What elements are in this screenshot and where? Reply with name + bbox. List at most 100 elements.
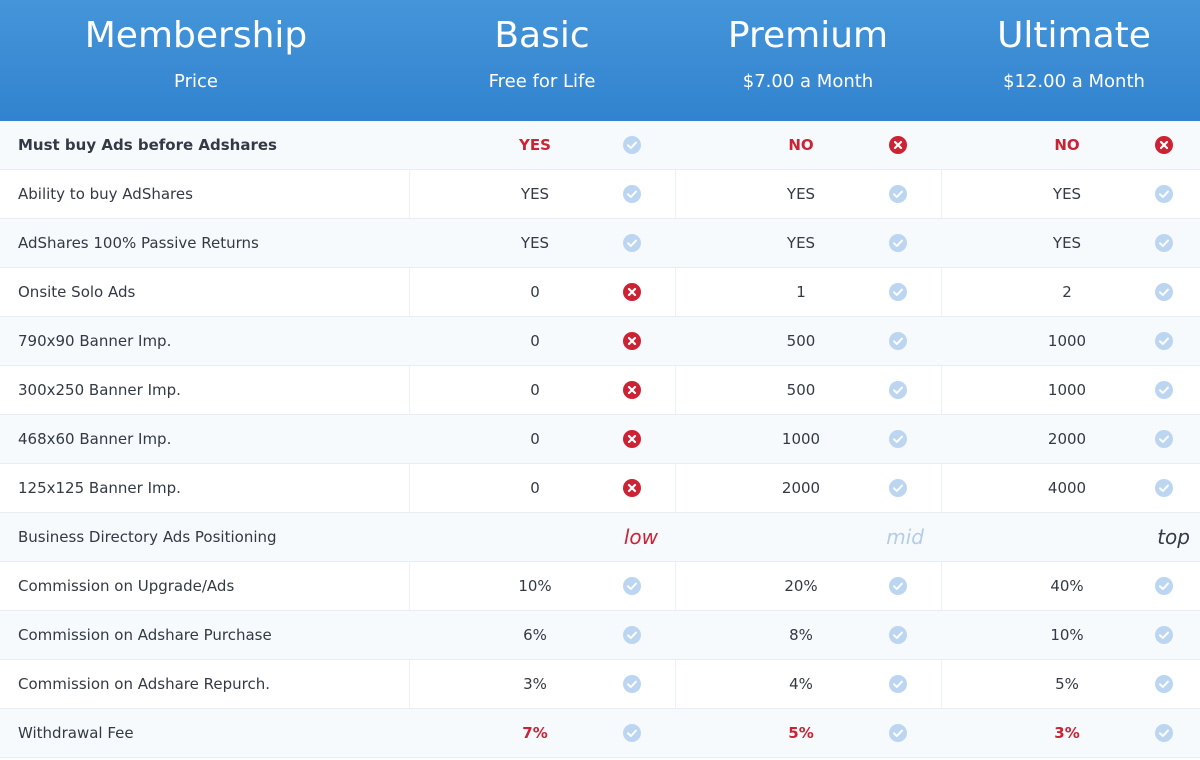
check-icon — [889, 430, 907, 448]
table-row: Commission on Adshare Repurch. 3% 4% 5% — [0, 660, 1200, 709]
check-icon — [889, 283, 907, 301]
cross-icon — [623, 381, 641, 399]
membership-title: Membership — [84, 15, 308, 56]
cell-ultimate: 1000 — [941, 366, 1200, 414]
feature-label: Business Directory Ads Positioning — [18, 528, 277, 546]
cell-ultimate: 2 — [941, 268, 1200, 316]
check-icon — [1155, 283, 1173, 301]
cell-premium: 8% — [675, 611, 942, 659]
check-icon — [1155, 626, 1173, 644]
cross-icon — [623, 479, 641, 497]
cell-basic: 0 — [409, 317, 676, 365]
check-icon — [1155, 430, 1173, 448]
check-icon — [623, 136, 641, 154]
cell-basic: YES — [409, 219, 676, 267]
cell-basic: YES — [409, 170, 676, 218]
cell-premium: mid — [675, 513, 942, 561]
cell-value: low — [623, 525, 658, 549]
cell-premium: 4% — [675, 660, 942, 708]
check-icon — [1155, 675, 1173, 693]
cell-premium: 2000 — [675, 464, 942, 512]
cross-icon — [623, 332, 641, 350]
check-icon — [889, 381, 907, 399]
plan-header-basic: Basic Free for Life — [409, 0, 675, 121]
check-icon — [1155, 185, 1173, 203]
cell-ultimate: 40% — [941, 562, 1200, 610]
table-row: Withdrawal Fee 7% 5% 3% — [0, 709, 1200, 758]
pricing-header: Membership Price Basic Free for Life Pre… — [0, 0, 1200, 121]
cell-basic: 6% — [409, 611, 676, 659]
feature-label: Commission on Upgrade/Ads — [18, 577, 235, 595]
check-icon — [889, 185, 907, 203]
cell-ultimate: YES — [941, 170, 1200, 218]
membership-subtitle: Price — [174, 71, 218, 92]
check-icon — [623, 626, 641, 644]
feature-label: AdShares 100% Passive Returns — [18, 234, 259, 252]
plan-name: Ultimate — [997, 15, 1151, 56]
cell-ultimate: 3% — [941, 709, 1200, 757]
check-icon — [889, 724, 907, 742]
cross-icon — [623, 283, 641, 301]
plan-header-premium: Premium $7.00 a Month — [675, 0, 941, 121]
cell-basic: 3% — [409, 660, 676, 708]
feature-label: Commission on Adshare Purchase — [18, 626, 272, 644]
cell-basic: low — [409, 513, 676, 561]
check-icon — [889, 479, 907, 497]
cell-basic: YES — [409, 121, 676, 169]
feature-label: Onsite Solo Ads — [18, 283, 136, 301]
table-row: Commission on Upgrade/Ads 10% 20% 40% — [0, 562, 1200, 611]
feature-label: Ability to buy AdShares — [18, 185, 193, 203]
cell-basic: 0 — [409, 268, 676, 316]
plan-name: Premium — [727, 15, 889, 56]
cell-premium: 500 — [675, 366, 942, 414]
cross-icon — [623, 430, 641, 448]
membership-header: Membership Price — [0, 0, 392, 121]
check-icon — [623, 234, 641, 252]
cell-premium: 1 — [675, 268, 942, 316]
check-icon — [1155, 381, 1173, 399]
check-icon — [889, 577, 907, 595]
table-row: AdShares 100% Passive Returns YES YES YES — [0, 219, 1200, 268]
table-row: Ability to buy AdShares YES YES YES — [0, 170, 1200, 219]
table-row: 790x90 Banner Imp. 0 500 1000 — [0, 317, 1200, 366]
table-row: Must buy Ads before Adshares YES NO NO — [0, 121, 1200, 170]
plan-price: $12.00 a Month — [1003, 71, 1145, 92]
cell-ultimate: 10% — [941, 611, 1200, 659]
plan-price: $7.00 a Month — [742, 71, 874, 92]
cell-ultimate: YES — [941, 219, 1200, 267]
check-icon — [889, 675, 907, 693]
cross-icon — [889, 136, 907, 154]
table-row: 125x125 Banner Imp. 0 2000 4000 — [0, 464, 1200, 513]
cell-premium: YES — [675, 170, 942, 218]
cell-basic: 0 — [409, 415, 676, 463]
features-table: Must buy Ads before Adshares YES NO NO Abili… — [0, 121, 1200, 758]
table-row: 468x60 Banner Imp. 0 1000 2000 — [0, 415, 1200, 464]
plan-price: Free for Life — [488, 71, 596, 92]
cell-ultimate: 2000 — [941, 415, 1200, 463]
cell-ultimate: 1000 — [941, 317, 1200, 365]
check-icon — [623, 724, 641, 742]
check-icon — [1155, 234, 1173, 252]
cell-basic: 0 — [409, 464, 676, 512]
table-row: Onsite Solo Ads 0 1 2 — [0, 268, 1200, 317]
cell-ultimate: 5% — [941, 660, 1200, 708]
cell-basic: 0 — [409, 366, 676, 414]
check-icon — [889, 332, 907, 350]
cell-basic: 7% — [409, 709, 676, 757]
check-icon — [1155, 724, 1173, 742]
table-row: 300x250 Banner Imp. 0 500 1000 — [0, 366, 1200, 415]
cell-value: top — [1157, 525, 1190, 549]
feature-label: Must buy Ads before Adshares — [18, 136, 277, 154]
cell-premium: 5% — [675, 709, 942, 757]
cell-premium: 500 — [675, 317, 942, 365]
check-icon — [1155, 479, 1173, 497]
table-row: Commission on Adshare Purchase 6% 8% 10% — [0, 611, 1200, 660]
feature-label: Commission on Adshare Repurch. — [18, 675, 270, 693]
cell-ultimate: 4000 — [941, 464, 1200, 512]
check-icon — [889, 234, 907, 252]
cell-value: mid — [886, 525, 924, 549]
feature-label: 300x250 Banner Imp. — [18, 381, 181, 399]
feature-label: 468x60 Banner Imp. — [18, 430, 172, 448]
feature-label: 125x125 Banner Imp. — [18, 479, 181, 497]
check-icon — [1155, 332, 1173, 350]
